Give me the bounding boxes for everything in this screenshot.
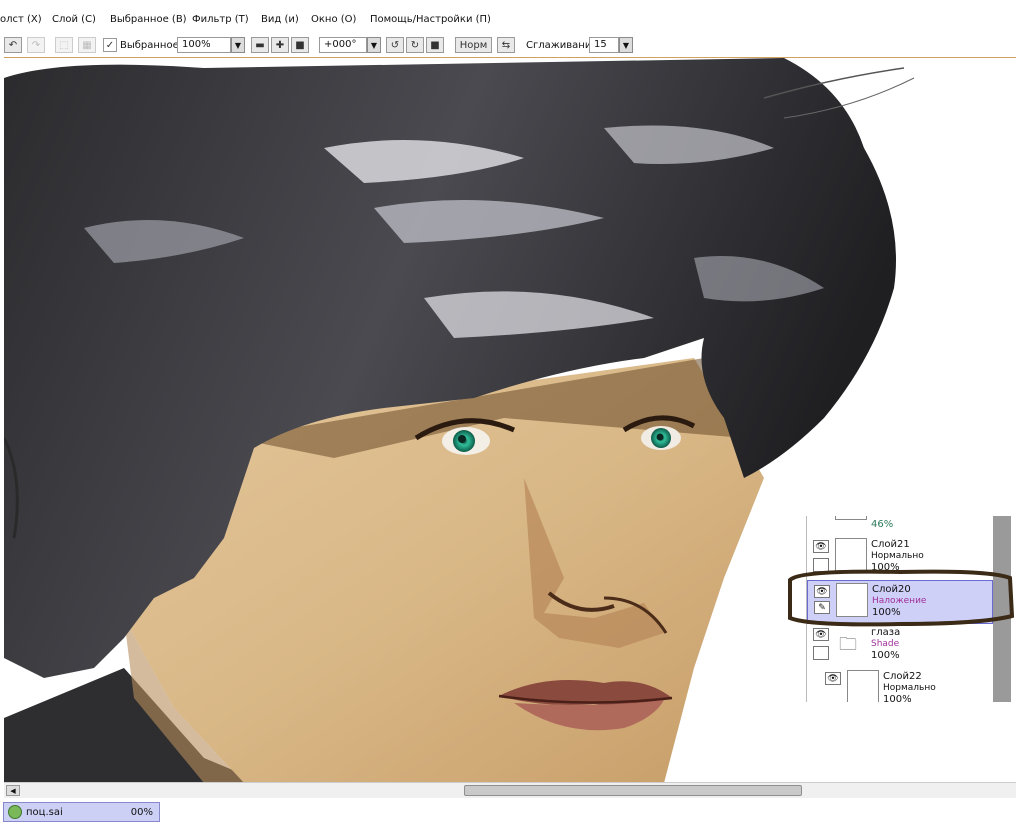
layer-blend-mode: Нормально bbox=[883, 683, 936, 693]
layer-folder-row[interactable]: 👁 🗀 глаза Shade 100% bbox=[807, 624, 993, 668]
zoom-dropdown[interactable]: ▼ bbox=[231, 37, 245, 53]
layer-thumbnail bbox=[835, 516, 867, 520]
arrow-left-icon: ◀ bbox=[10, 786, 16, 795]
layer-row-partial[interactable]: 46% bbox=[807, 516, 993, 530]
plus-icon: ✚ bbox=[275, 39, 285, 51]
toolbar: ↶ ↷ ⬚ ▦ ✓ Выбранное 100% ▼ ▬ ✚ ■ +000° ▼… bbox=[0, 34, 1016, 56]
menu-canvas[interactable]: олст (X) bbox=[0, 14, 42, 25]
file-tab[interactable]: поц.sai 00% bbox=[3, 802, 160, 822]
menu-selection[interactable]: Выбранное (В) bbox=[110, 14, 187, 25]
smoothing-label: Сглаживание bbox=[526, 40, 598, 51]
layer-opacity: 46% bbox=[871, 519, 894, 530]
flip-button[interactable]: ⇆ bbox=[497, 37, 515, 53]
eye-icon: 👁 bbox=[827, 673, 839, 684]
grid-icon: ▦ bbox=[82, 39, 92, 51]
eye-icon: 👁 bbox=[815, 541, 827, 552]
norm-button[interactable]: Норм bbox=[455, 37, 492, 53]
scroll-left-button[interactable]: ◀ bbox=[6, 785, 20, 796]
rotate-right-icon: ↻ bbox=[410, 39, 420, 51]
redo-button[interactable]: ↷ bbox=[27, 37, 45, 53]
chevron-down-icon: ▼ bbox=[622, 40, 630, 50]
deselect-button[interactable]: ⬚ bbox=[55, 37, 73, 53]
smoothing-field[interactable]: 15 bbox=[589, 37, 619, 53]
rotate-right-button[interactable]: ↻ bbox=[406, 37, 424, 53]
rotate-left-icon: ↺ bbox=[390, 39, 400, 51]
smoothing-dropdown[interactable]: ▼ bbox=[619, 37, 633, 53]
layer-row[interactable]: 👁 Слой22 Нормально 100% bbox=[807, 668, 993, 702]
zoom-out-button[interactable]: ▬ bbox=[251, 37, 269, 53]
menu-window[interactable]: Окно (О) bbox=[311, 14, 356, 25]
layer-opacity: 100% bbox=[883, 694, 912, 702]
redo-icon: ↷ bbox=[31, 39, 41, 51]
checkmark-icon: ✓ bbox=[105, 39, 115, 51]
undo-icon: ↶ bbox=[8, 39, 18, 51]
square-icon: ■ bbox=[430, 39, 440, 51]
layer-visibility-button[interactable]: 👁 bbox=[825, 672, 841, 685]
annotation-highlight bbox=[788, 569, 1015, 627]
layer-name: Слой22 bbox=[883, 671, 922, 682]
undo-button[interactable]: ↶ bbox=[4, 37, 22, 53]
menu-filter[interactable]: Фильтр (Т) bbox=[192, 14, 249, 25]
layer-blend-mode: Нормально bbox=[871, 551, 924, 561]
rotation-reset-button[interactable]: ■ bbox=[426, 37, 444, 53]
rotation-dropdown[interactable]: ▼ bbox=[367, 37, 381, 53]
menu-layer[interactable]: Слой (С) bbox=[52, 14, 96, 25]
sai-file-icon bbox=[8, 805, 22, 819]
layer-blend-mode: Shade bbox=[871, 639, 900, 649]
invert-selection-button[interactable]: ▦ bbox=[78, 37, 96, 53]
chevron-down-icon: ▼ bbox=[370, 40, 378, 50]
layer-visibility-button[interactable]: 👁 bbox=[813, 540, 829, 553]
menu-view[interactable]: Вид (и) bbox=[261, 14, 299, 25]
flip-icon: ⇆ bbox=[501, 39, 511, 51]
rotate-left-button[interactable]: ↺ bbox=[386, 37, 404, 53]
rotation-field[interactable]: +000° bbox=[319, 37, 367, 53]
deselect-icon: ⬚ bbox=[59, 39, 69, 51]
file-progress: 00% bbox=[130, 807, 153, 818]
folder-icon: 🗀 bbox=[839, 634, 857, 655]
eye-icon: 👁 bbox=[815, 629, 827, 640]
minus-icon: ▬ bbox=[255, 39, 265, 51]
layer-opacity: 100% bbox=[871, 650, 900, 661]
scrollbar-thumb[interactable] bbox=[464, 785, 802, 796]
square-icon: ■ bbox=[295, 39, 305, 51]
selection-label: Выбранное bbox=[120, 40, 179, 51]
zoom-in-button[interactable]: ✚ bbox=[271, 37, 289, 53]
menu-help[interactable]: Помощь/Настройки (П) bbox=[370, 14, 491, 25]
status-bar: поц.sai 00% bbox=[0, 800, 1016, 834]
layer-thumbnail bbox=[847, 670, 879, 702]
layer-lock-checkbox[interactable] bbox=[813, 646, 829, 660]
layer-name: Слой21 bbox=[871, 539, 910, 550]
menu-bar: олст (X) Слой (С) Выбранное (В) Фильтр (… bbox=[0, 10, 1016, 32]
horizontal-scrollbar[interactable]: ◀ bbox=[4, 782, 1016, 798]
zoom-reset-button[interactable]: ■ bbox=[291, 37, 309, 53]
selection-checkbox[interactable]: ✓ bbox=[103, 38, 117, 52]
zoom-field[interactable]: 100% bbox=[177, 37, 231, 53]
file-name: поц.sai bbox=[26, 807, 63, 818]
chevron-down-icon: ▼ bbox=[234, 40, 242, 50]
